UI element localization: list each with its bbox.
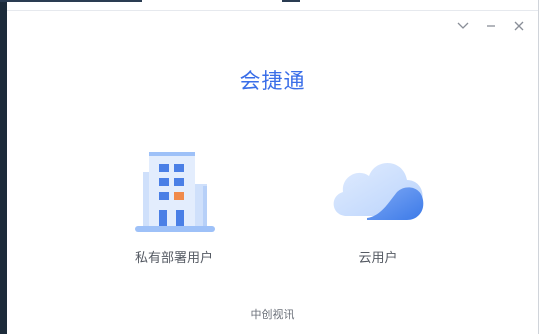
company-footer: 中创视讯 — [250, 308, 295, 321]
close-button[interactable] — [512, 19, 526, 33]
private-deployment-label: 私有部署用户 — [134, 251, 213, 266]
cloud-user-label: 云用户 — [358, 251, 398, 266]
cloud-icon — [308, 146, 448, 241]
collapse-button[interactable] — [456, 19, 470, 33]
minus-icon — [487, 25, 495, 27]
building-icon — [104, 146, 244, 241]
minimize-button[interactable] — [484, 19, 498, 33]
desktop-edge-left — [0, 0, 7, 334]
app-title: 会捷通 — [239, 69, 306, 93]
cloud-user-option[interactable]: 云用户 — [308, 146, 448, 266]
private-deployment-option[interactable]: 私有部署用户 — [104, 146, 244, 266]
close-icon — [514, 21, 524, 31]
chevron-down-icon — [457, 22, 469, 29]
window-controls — [456, 19, 526, 33]
login-dialog: 会捷通 私有部署用户 云用户 中创视讯 — [7, 10, 538, 335]
